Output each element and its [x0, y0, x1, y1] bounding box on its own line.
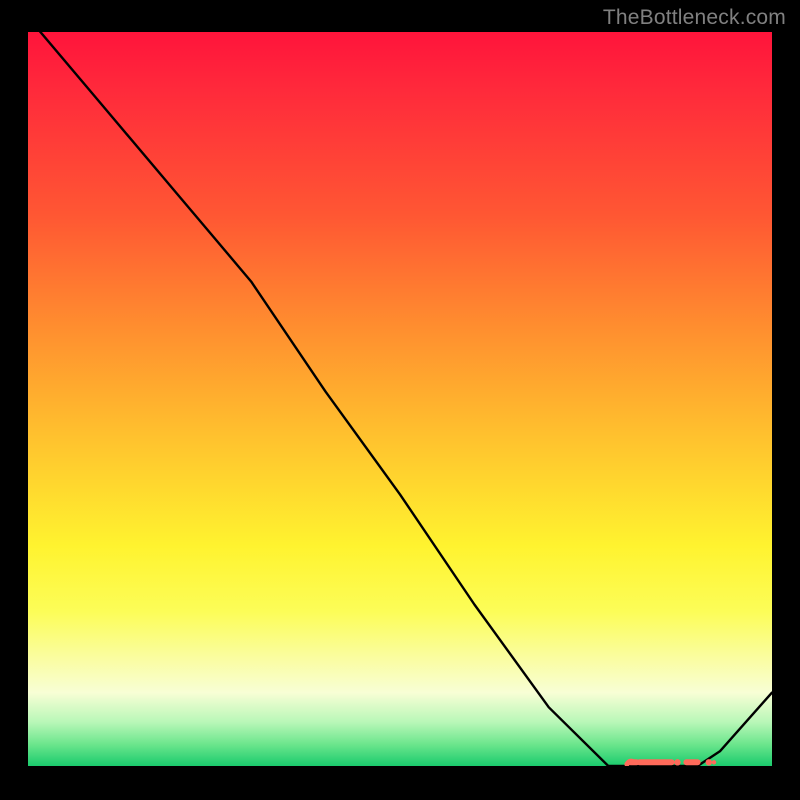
watermark-text: TheBottleneck.com [603, 6, 786, 30]
chart-plot-area [28, 32, 772, 766]
